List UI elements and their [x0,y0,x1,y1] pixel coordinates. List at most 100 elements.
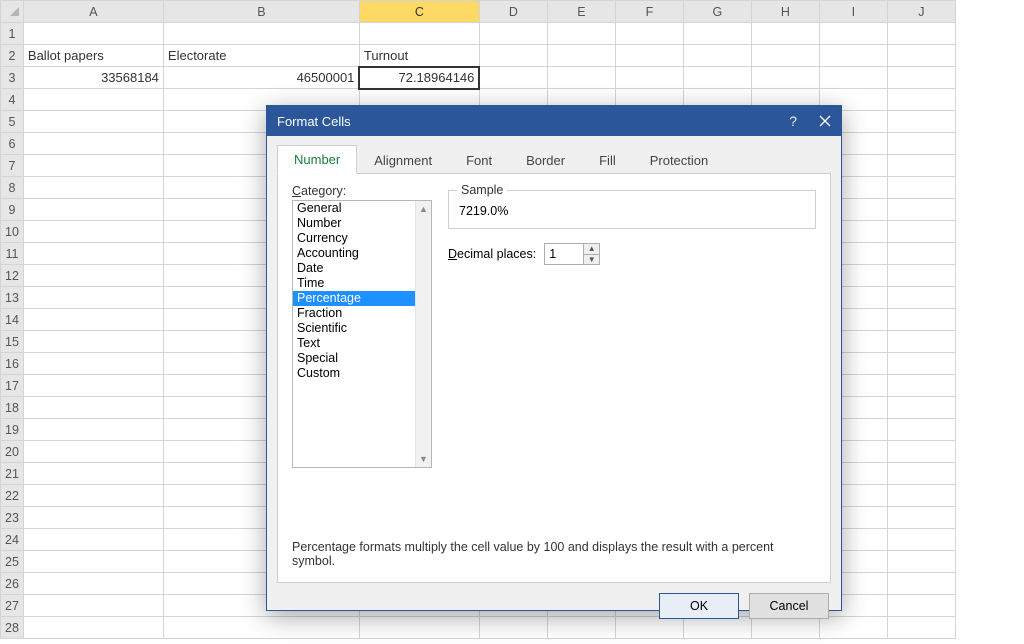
cell-J10[interactable] [887,221,955,243]
cell-J25[interactable] [887,551,955,573]
cell-H1[interactable] [751,23,819,45]
cell-A6[interactable] [23,133,163,155]
cell-A28[interactable] [23,617,163,639]
cell-A11[interactable] [23,243,163,265]
cell-J24[interactable] [887,529,955,551]
cell-C1[interactable] [359,23,479,45]
cell-J13[interactable] [887,287,955,309]
cell-A27[interactable] [23,595,163,617]
cell-A4[interactable] [23,89,163,111]
row-header-6[interactable]: 6 [1,133,24,155]
category-item-fraction[interactable]: Fraction [293,306,431,321]
column-header-I[interactable]: I [819,1,887,23]
cell-H2[interactable] [751,45,819,67]
cell-A21[interactable] [23,463,163,485]
cell-J1[interactable] [887,23,955,45]
cell-J21[interactable] [887,463,955,485]
tab-border[interactable]: Border [509,146,582,174]
cell-J22[interactable] [887,485,955,507]
row-header-5[interactable]: 5 [1,111,24,133]
cancel-button[interactable]: Cancel [749,593,829,619]
cell-A7[interactable] [23,155,163,177]
cell-J27[interactable] [887,595,955,617]
column-header-H[interactable]: H [751,1,819,23]
cell-B3[interactable]: 46500001 [163,67,359,89]
row-header-1[interactable]: 1 [1,23,24,45]
row-header-26[interactable]: 26 [1,573,24,595]
cell-A20[interactable] [23,441,163,463]
decimal-places-spinner[interactable]: ▲ ▼ [544,243,600,265]
cell-J9[interactable] [887,199,955,221]
cell-A22[interactable] [23,485,163,507]
cell-J4[interactable] [887,89,955,111]
column-header-J[interactable]: J [887,1,955,23]
ok-button[interactable]: OK [659,593,739,619]
column-header-G[interactable]: G [683,1,751,23]
row-header-4[interactable]: 4 [1,89,24,111]
cell-J3[interactable] [887,67,955,89]
row-header-27[interactable]: 27 [1,595,24,617]
cell-A12[interactable] [23,265,163,287]
cell-C3[interactable]: 72.18964146 [359,67,479,89]
cell-A18[interactable] [23,397,163,419]
cell-A14[interactable] [23,309,163,331]
cell-F2[interactable] [615,45,683,67]
cell-A24[interactable] [23,529,163,551]
cell-J23[interactable] [887,507,955,529]
cell-J26[interactable] [887,573,955,595]
row-header-10[interactable]: 10 [1,221,24,243]
cell-A2[interactable]: Ballot papers [23,45,163,67]
row-header-7[interactable]: 7 [1,155,24,177]
category-item-time[interactable]: Time [293,276,431,291]
cell-J6[interactable] [887,133,955,155]
category-item-custom[interactable]: Custom [293,366,431,381]
cell-J17[interactable] [887,375,955,397]
select-all-corner[interactable] [1,1,24,23]
tab-number[interactable]: Number [277,145,357,174]
cell-J12[interactable] [887,265,955,287]
cell-B1[interactable] [163,23,359,45]
cell-C2[interactable]: Turnout [359,45,479,67]
row-header-19[interactable]: 19 [1,419,24,441]
dialog-titlebar[interactable]: Format Cells ? [267,106,841,136]
cell-A19[interactable] [23,419,163,441]
scroll-down-icon[interactable]: ▼ [416,451,431,467]
row-header-23[interactable]: 23 [1,507,24,529]
row-header-15[interactable]: 15 [1,331,24,353]
cell-G2[interactable] [683,45,751,67]
category-item-date[interactable]: Date [293,261,431,276]
cell-J15[interactable] [887,331,955,353]
spinner-up-icon[interactable]: ▲ [584,244,599,255]
cell-A15[interactable] [23,331,163,353]
cell-J28[interactable] [887,617,955,639]
cell-A25[interactable] [23,551,163,573]
cell-J11[interactable] [887,243,955,265]
cell-I3[interactable] [819,67,887,89]
cell-A1[interactable] [23,23,163,45]
cell-A13[interactable] [23,287,163,309]
column-header-A[interactable]: A [23,1,163,23]
category-item-accounting[interactable]: Accounting [293,246,431,261]
category-item-general[interactable]: General [293,201,431,216]
cell-I2[interactable] [819,45,887,67]
tab-alignment[interactable]: Alignment [357,146,449,174]
cell-F1[interactable] [615,23,683,45]
cell-D2[interactable] [479,45,547,67]
cell-E2[interactable] [547,45,615,67]
cell-A10[interactable] [23,221,163,243]
cell-J19[interactable] [887,419,955,441]
column-header-E[interactable]: E [547,1,615,23]
column-header-D[interactable]: D [479,1,547,23]
tab-fill[interactable]: Fill [582,146,633,174]
cell-J2[interactable] [887,45,955,67]
close-icon[interactable] [819,115,831,127]
row-header-18[interactable]: 18 [1,397,24,419]
cell-I1[interactable] [819,23,887,45]
spinner-down-icon[interactable]: ▼ [584,255,599,265]
cell-E1[interactable] [547,23,615,45]
row-header-11[interactable]: 11 [1,243,24,265]
row-header-16[interactable]: 16 [1,353,24,375]
cell-J16[interactable] [887,353,955,375]
row-header-9[interactable]: 9 [1,199,24,221]
cell-J5[interactable] [887,111,955,133]
